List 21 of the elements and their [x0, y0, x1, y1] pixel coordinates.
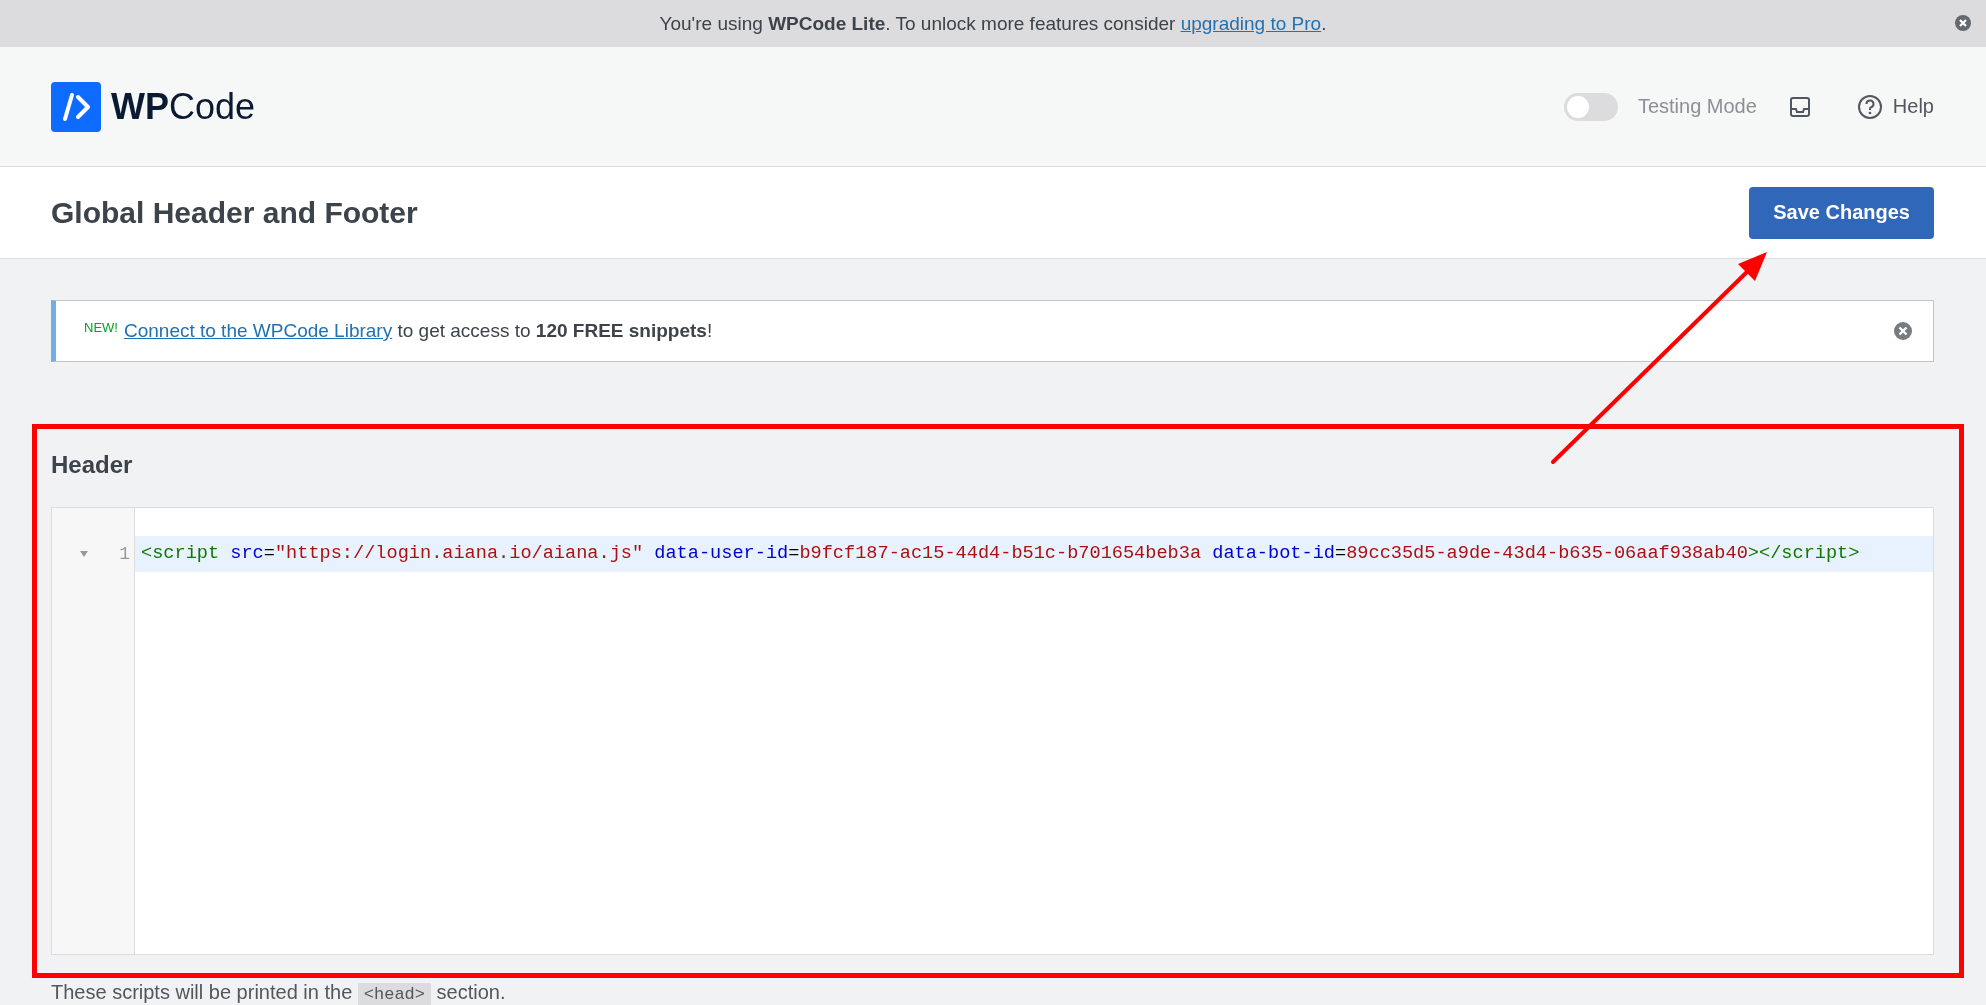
save-changes-button[interactable]: Save Changes [1749, 186, 1934, 239]
promo-text: You're using WPCode Lite. To unlock more features consider upgrading to Pro. [659, 12, 1327, 35]
fold-icon[interactable] [79, 550, 90, 558]
close-icon[interactable] [1954, 14, 1972, 32]
logo-text: WPCode [111, 85, 256, 128]
library-link[interactable]: Connect to the WPCode Library [123, 320, 393, 341]
notice-text: Connect to the WPCode Library to get access to 120 FREE snippets! [123, 320, 714, 342]
testing-mode-toggle[interactable] [1563, 92, 1618, 121]
close-icon[interactable] [1893, 321, 1913, 341]
new-label: NEW! [84, 320, 118, 335]
code-editor[interactable]: 1 <script src="https://login.aiana.io/aiana.js" data-user-id=b9fcf187-ac15-44d4-b51c-b701654beb3a data-bot-id=89cc35d5-a9de-43d4-b635-06aaf938ab40></script> [51, 507, 1934, 955]
help-link[interactable]: Help [1856, 93, 1934, 120]
logo-icon [51, 81, 101, 132]
help-text: These scripts will be printed in the <head> section. [51, 981, 507, 1004]
page-title: Global Header and Footer [51, 195, 418, 230]
section-title: Header [51, 451, 134, 479]
line-number: 1 [119, 544, 130, 564]
help-icon [1856, 93, 1883, 120]
testing-mode-label: Testing Mode [1637, 95, 1757, 118]
inbox-icon[interactable] [1788, 95, 1811, 118]
upgrade-link[interactable]: upgrading to Pro [1180, 12, 1322, 34]
